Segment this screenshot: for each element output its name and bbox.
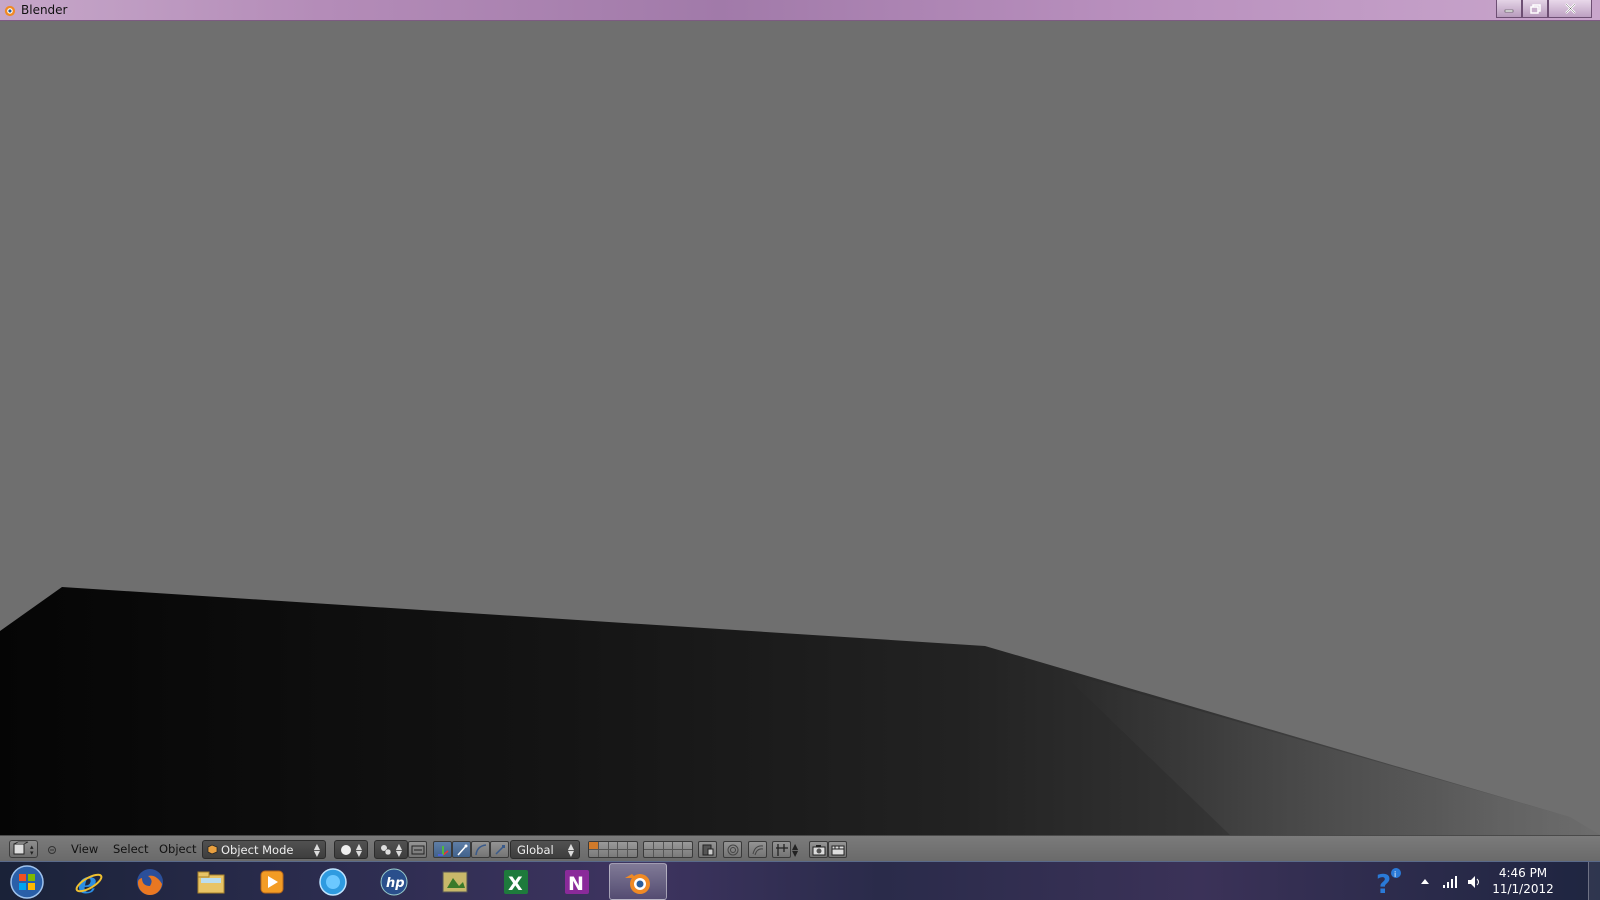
svg-text:N: N <box>568 873 584 895</box>
viewport-shading-icon <box>341 844 351 855</box>
taskbar-file-explorer[interactable] <box>182 863 240 900</box>
media-player-icon <box>260 870 284 893</box>
clock-date: 11/1/2012 <box>1492 882 1554 896</box>
close-icon <box>1564 3 1576 14</box>
minimize-icon <box>1504 9 1514 12</box>
clock-time: 4:46 PM <box>1498 866 1548 880</box>
blender-icon <box>625 873 650 894</box>
svg-text:hp: hp <box>386 876 405 891</box>
volume-icon[interactable] <box>1466 874 1482 890</box>
onenote-icon: N <box>565 869 589 895</box>
browser-globe-icon <box>319 867 347 896</box>
translate-icon <box>437 845 448 856</box>
hp-icon: hp <box>380 868 408 895</box>
object-mode-icon <box>207 844 218 855</box>
proportional-falloff-button[interactable] <box>748 841 767 858</box>
manipulator-toggle-icon <box>411 845 424 854</box>
lock-layers-icon <box>702 844 713 855</box>
render-animation-icon <box>831 845 844 855</box>
taskbar-hp[interactable]: hp <box>365 863 423 900</box>
3d-viewport[interactable] <box>0 21 1600 835</box>
taskbar-internet-explorer[interactable]: e <box>60 863 118 900</box>
svg-text:i: i <box>1394 870 1396 879</box>
proportional-edit-button[interactable] <box>723 841 742 858</box>
manipulator-toggle-button[interactable] <box>408 841 427 858</box>
window-titlebar: Blender <box>0 0 1600 21</box>
pivot-point-icon <box>381 844 392 855</box>
mode-dropdown-label: Object Mode <box>221 842 294 857</box>
taskbar-onenote[interactable]: N <box>548 863 606 900</box>
scene-canvas[interactable] <box>0 21 1600 835</box>
image-viewer-icon <box>442 871 468 892</box>
taskbar-image-viewer[interactable] <box>426 863 484 900</box>
taskbar-media-player[interactable] <box>243 863 301 900</box>
window-title: Blender <box>21 3 68 17</box>
editor-type-button[interactable]: ▴ ▾ <box>9 840 38 858</box>
taskbar-blender[interactable] <box>609 863 667 900</box>
blender-logo-icon <box>4 5 16 17</box>
internet-explorer-icon: e <box>75 866 103 898</box>
orientation-dropdown[interactable]: Global ▲ ▼ <box>510 840 580 859</box>
editor-type-icon: ▴ ▾ <box>13 841 34 857</box>
taskbar-clock[interactable]: 4:46 PM 11/1/2012 <box>1488 865 1558 897</box>
viewport-shading-dropdown[interactable]: ▲ ▼ <box>334 840 368 859</box>
render-icon <box>812 844 825 855</box>
show-hidden-icons-icon[interactable] <box>1420 877 1430 885</box>
svg-text:▾: ▾ <box>30 849 34 857</box>
select-menu[interactable]: Select <box>113 842 148 856</box>
3d-view-header: ▴ ▾ View Select Object Object Mode ▲ ▼ ▲ ▼… <box>0 835 1600 861</box>
dropdown-arrows-icon: ▲ ▼ <box>567 842 574 858</box>
rotate-arc-icon <box>474 843 486 855</box>
snap-button[interactable] <box>772 841 791 858</box>
rotate-icon <box>456 844 467 855</box>
orientation-dropdown-label: Global <box>517 842 554 857</box>
lock-layers-button[interactable] <box>698 841 717 858</box>
collapse-icon[interactable] <box>47 845 57 855</box>
minimize-button[interactable] <box>1496 0 1522 18</box>
snap-icon <box>775 843 788 856</box>
file-explorer-icon <box>197 871 225 893</box>
restore-icon <box>1529 3 1541 14</box>
layers-grid-2[interactable] <box>643 841 693 858</box>
dropdown-arrows-icon: ▲ ▼ <box>395 842 402 858</box>
show-desktop-button[interactable] <box>1588 862 1600 900</box>
scale-icon <box>494 844 505 855</box>
firefox-icon <box>137 868 163 895</box>
layers-grid[interactable] <box>588 841 638 858</box>
mode-dropdown[interactable]: Object Mode ▲ ▼ <box>202 840 326 859</box>
taskbar: e hp X N ? i 4:46 PM 11/1/2012 <box>0 861 1600 900</box>
taskbar-excel[interactable]: X <box>487 863 545 900</box>
restore-button[interactable] <box>1522 0 1548 18</box>
help-info-icon[interactable]: ? i <box>1372 866 1404 898</box>
proportional-edit-icon <box>727 844 738 855</box>
dropdown-arrows-icon: ▲ ▼ <box>313 842 320 858</box>
object-menu[interactable]: Object <box>159 842 196 856</box>
pivot-point-dropdown[interactable]: ▲ ▼ <box>374 840 408 859</box>
svg-text:?: ? <box>1376 870 1391 898</box>
windows-start-icon <box>10 864 44 899</box>
scale-button[interactable] <box>490 841 509 858</box>
translate-button[interactable] <box>433 841 452 858</box>
taskbar-firefox[interactable] <box>121 863 179 900</box>
render-animation-button[interactable] <box>828 841 847 858</box>
dropdown-arrows-icon: ▲ ▼ <box>355 842 362 858</box>
excel-icon: X <box>504 869 528 895</box>
network-signal-icon[interactable] <box>1442 875 1458 889</box>
snap-element-icon[interactable]: ▲ ▼ <box>792 843 798 858</box>
system-tray: ? i 4:46 PM 11/1/2012 <box>1360 862 1600 900</box>
proportional-falloff-icon <box>752 844 763 855</box>
close-button[interactable] <box>1548 0 1592 18</box>
render-button[interactable] <box>809 841 828 858</box>
rotate-arc-button[interactable] <box>471 841 490 858</box>
window-controls <box>1496 0 1592 18</box>
view-menu[interactable]: View <box>71 842 98 856</box>
svg-text:X: X <box>508 873 523 895</box>
taskbar-browser-globe[interactable] <box>304 863 362 900</box>
rotate-button[interactable] <box>452 841 471 858</box>
start-button[interactable] <box>4 863 50 900</box>
